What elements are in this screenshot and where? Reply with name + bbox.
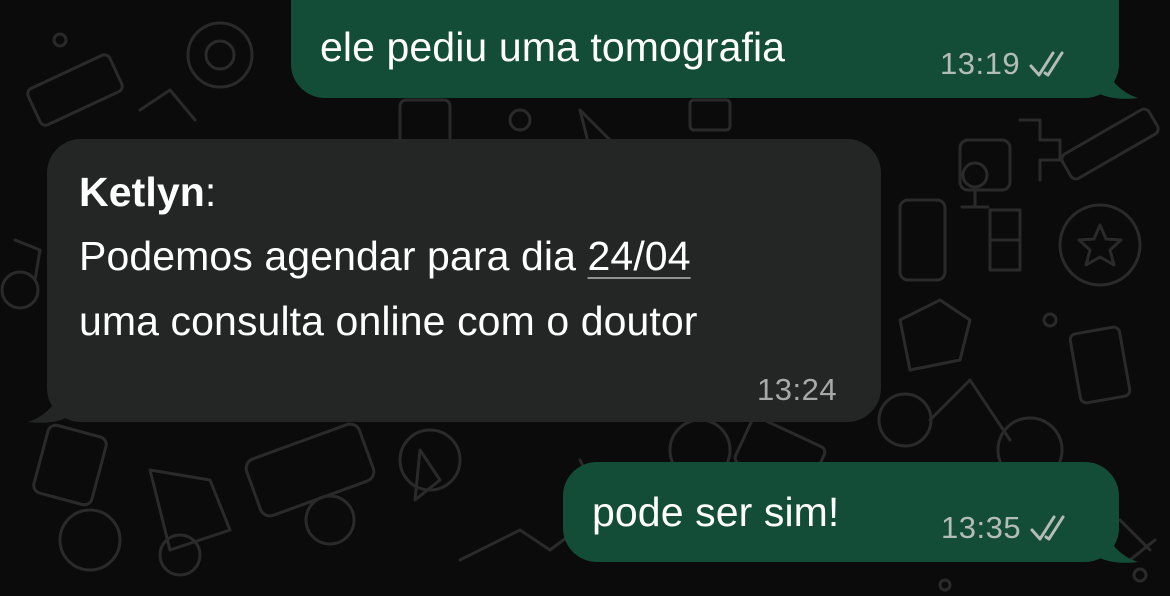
message-meta: 13:19 — [940, 48, 1074, 79]
message-line: Podemos agendar para dia 24/04 — [79, 236, 691, 277]
message-bubble-outgoing[interactable]: ele pediu uma tomografia 13:19 — [291, 0, 1119, 98]
date-link[interactable]: 24/04 — [588, 233, 691, 279]
message-line: uma consulta online com o doutor — [79, 301, 698, 342]
double-check-read-icon — [1029, 51, 1064, 76]
bubble-tail — [28, 384, 66, 423]
sender-suffix: : — [204, 169, 217, 215]
message-bubble-incoming[interactable]: Ketlyn: Podemos agendar para dia 24/04 u… — [47, 139, 881, 422]
message-time: 13:24 — [757, 372, 838, 407]
message-meta: 13:35 — [941, 512, 1075, 543]
bubble-tail — [1100, 60, 1138, 99]
double-check-read-icon — [1030, 515, 1065, 540]
message-text: ele pediu uma tomografia — [320, 24, 786, 70]
bubble-tail — [1100, 524, 1138, 563]
message-text: pode ser sim! — [592, 489, 840, 535]
message-text-segment: uma consulta online com o doutor — [79, 298, 698, 344]
message-meta: 13:24 — [757, 374, 837, 405]
message-bubble-outgoing[interactable]: pode ser sim! 13:35 — [563, 462, 1119, 562]
message-first-line: Ketlyn: — [79, 172, 216, 213]
message-time: 13:35 — [941, 510, 1022, 545]
message-time: 13:19 — [940, 46, 1021, 81]
sender-name[interactable]: Ketlyn — [79, 169, 205, 215]
message-text-segment: Podemos agendar para dia — [79, 233, 588, 279]
